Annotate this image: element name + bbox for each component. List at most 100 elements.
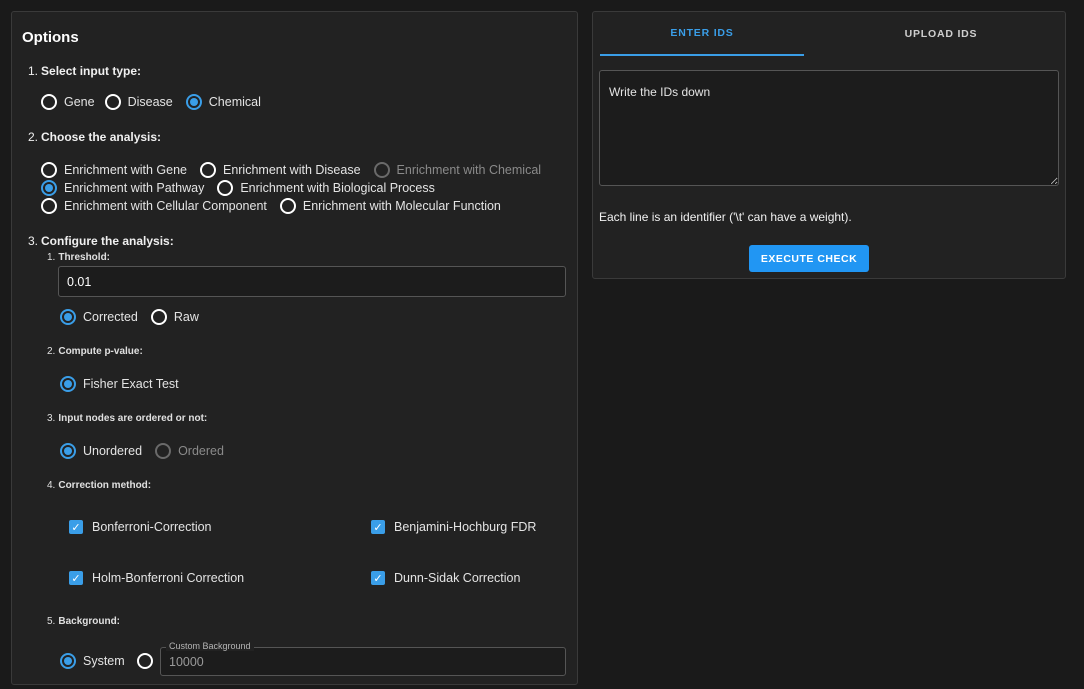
threshold-value: 0.01 [67,274,92,289]
configure-heading: 3. Configure the analysis: [28,234,174,248]
analysis-molecular-function-label: Enrichment with Molecular Function [302,199,501,213]
correction-bonferroni-checkbox[interactable]: ✓ [69,520,83,534]
input-type-disease-option[interactable]: Disease [104,94,173,110]
correction-number: 4. [47,480,56,491]
background-number: 5. [47,616,56,627]
correction-benjamini-label: Benjamini-Hochburg FDR [394,520,537,534]
analysis-gene-option[interactable]: Enrichment with Gene [41,162,187,178]
analysis-row-1: Enrichment with Gene Enrichment with Dis… [41,162,541,178]
ordered-unordered-radio[interactable] [60,443,76,459]
correction-dunn-sidak-label: Dunn-Sidak Correction [394,571,521,585]
correction-holm-label: Holm-Bonferroni Correction [92,571,245,585]
ordered-unordered-label: Unordered [83,444,143,458]
ordered-ordered-label: Ordered [178,444,224,458]
background-system-label: System [83,654,125,668]
analysis-disease-label: Enrichment with Disease [222,163,361,177]
analysis-molecular-function-option[interactable]: Enrichment with Molecular Function [279,198,501,214]
correction-dunn-sidak-checkbox[interactable]: ✓ [371,571,385,585]
analysis-molecular-function-radio[interactable] [279,198,296,214]
custom-background-placeholder: 10000 [169,654,204,669]
correction-bonferroni-option[interactable]: ✓ Bonferroni-Correction [69,520,212,534]
correction-benjamini-option[interactable]: ✓ Benjamini-Hochburg FDR [371,520,536,534]
ordered-heading: 3. Input nodes are ordered or not: [47,413,207,424]
custom-background-input[interactable]: 10000 [160,647,566,676]
analysis-pathway-label: Enrichment with Pathway [64,181,205,195]
ids-textarea[interactable] [599,70,1059,186]
threshold-raw-option[interactable]: Raw [150,309,199,325]
correction-benjamini-checkbox[interactable]: ✓ [371,520,385,534]
threshold-corrected-radio[interactable] [60,309,76,325]
configure-number: 3. [28,234,39,248]
analysis-cellular-component-radio[interactable] [41,198,57,214]
threshold-raw-radio[interactable] [150,309,167,325]
ids-panel: ENTER IDS UPLOAD IDS Each line is an ide… [592,11,1066,279]
tab-upload-ids[interactable]: UPLOAD IDS [839,12,1043,56]
analysis-pathway-option[interactable]: Enrichment with Pathway [41,180,204,196]
input-type-group: Gene Disease Chemical [41,94,261,110]
correction-bonferroni-label: Bonferroni-Correction [92,520,212,534]
execute-check-button[interactable]: EXECUTE CHECK [749,245,869,272]
tab-enter-ids[interactable]: ENTER IDS [600,12,804,56]
ids-hint: Each line is an identifier ('\t' can hav… [599,210,852,224]
threshold-number: 1. [47,252,56,263]
analysis-chemical-label: Enrichment with Chemical [396,163,542,177]
correction-holm-checkbox[interactable]: ✓ [69,571,83,585]
analysis-heading: 2. Choose the analysis: [28,130,161,144]
threshold-corrected-label: Corrected [83,310,138,324]
input-type-heading: 1. Select input type: [28,64,141,78]
analysis-biological-process-option[interactable]: Enrichment with Biological Process [217,180,435,196]
analysis-pathway-radio[interactable] [41,180,57,196]
analysis-disease-option[interactable]: Enrichment with Disease [199,162,361,178]
ordered-label: Input nodes are ordered or not: [58,413,208,424]
custom-background-label: Custom Background [166,641,254,651]
threshold-type-group: Corrected Raw [60,309,199,325]
configure-label: Configure the analysis: [41,234,174,248]
threshold-input[interactable]: 0.01 [58,266,566,297]
analysis-label: Choose the analysis: [41,130,162,144]
pvalue-group: Fisher Exact Test [60,376,179,392]
input-type-disease-label: Disease [127,95,173,109]
analysis-gene-radio[interactable] [41,162,57,178]
correction-heading: 4. Correction method: [47,480,151,491]
ordered-ordered-radio [155,443,172,459]
pvalue-fisher-option[interactable]: Fisher Exact Test [60,376,179,392]
ordered-ordered-option: Ordered [155,443,224,459]
analysis-gene-label: Enrichment with Gene [64,163,187,177]
input-type-chemical-label: Chemical [208,95,261,109]
correction-label: Correction method: [58,480,152,491]
input-type-chemical-radio[interactable] [185,94,202,110]
analysis-row-2: Enrichment with Pathway Enrichment with … [41,180,435,196]
input-type-gene-option[interactable]: Gene [41,94,95,110]
background-heading: 5. Background: [47,616,120,627]
input-type-disease-radio[interactable] [104,94,121,110]
analysis-biological-process-radio[interactable] [217,180,234,196]
input-type-label: Select input type: [41,64,142,78]
analysis-row-3: Enrichment with Cellular Component Enric… [41,198,501,214]
analysis-biological-process-label: Enrichment with Biological Process [240,181,435,195]
threshold-heading: 1. Threshold: [47,252,110,263]
pvalue-fisher-radio[interactable] [60,376,76,392]
input-type-chemical-option[interactable]: Chemical [185,94,261,110]
input-type-gene-label: Gene [64,95,95,109]
background-system-option[interactable]: System [60,653,125,669]
analysis-cellular-component-option[interactable]: Enrichment with Cellular Component [41,198,267,214]
ordered-unordered-option[interactable]: Unordered [60,443,142,459]
correction-dunn-sidak-option[interactable]: ✓ Dunn-Sidak Correction [371,571,520,585]
correction-holm-option[interactable]: ✓ Holm-Bonferroni Correction [69,571,244,585]
threshold-label: Threshold: [58,252,111,263]
pvalue-label: Compute p-value: [58,346,143,357]
pvalue-fisher-label: Fisher Exact Test [83,377,179,391]
background-custom-radio[interactable] [136,653,153,669]
ordered-number: 3. [47,413,56,424]
options-panel: Options 1. Select input type: Gene Diseas… [11,11,578,685]
analysis-disease-radio[interactable] [199,162,216,178]
analysis-number: 2. [28,130,39,144]
input-type-number: 1. [28,64,39,78]
background-group: System [60,653,160,669]
threshold-corrected-option[interactable]: Corrected [60,309,138,325]
threshold-raw-label: Raw [173,310,199,324]
background-system-radio[interactable] [60,653,76,669]
input-type-gene-radio[interactable] [41,94,57,110]
options-title: Options [22,29,79,46]
pvalue-heading: 2. Compute p-value: [47,346,143,357]
